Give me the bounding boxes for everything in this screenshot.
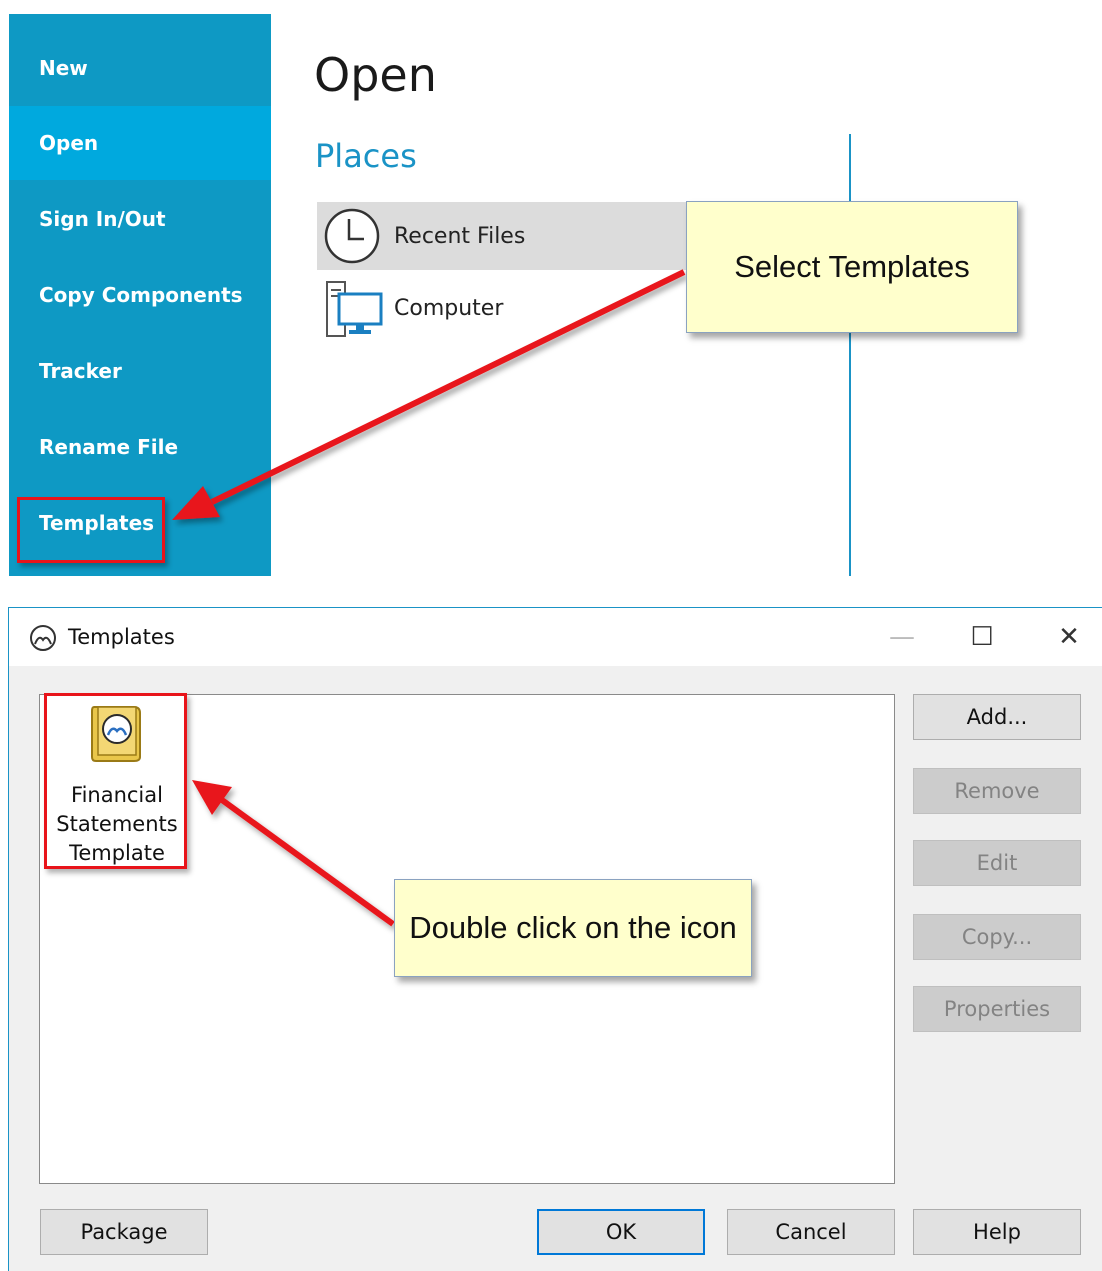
annotation-arrow-overlay: [192, 780, 395, 927]
callout-double-click: Double click on the icon: [394, 879, 752, 977]
arrow-to-template-icon: [192, 780, 395, 927]
